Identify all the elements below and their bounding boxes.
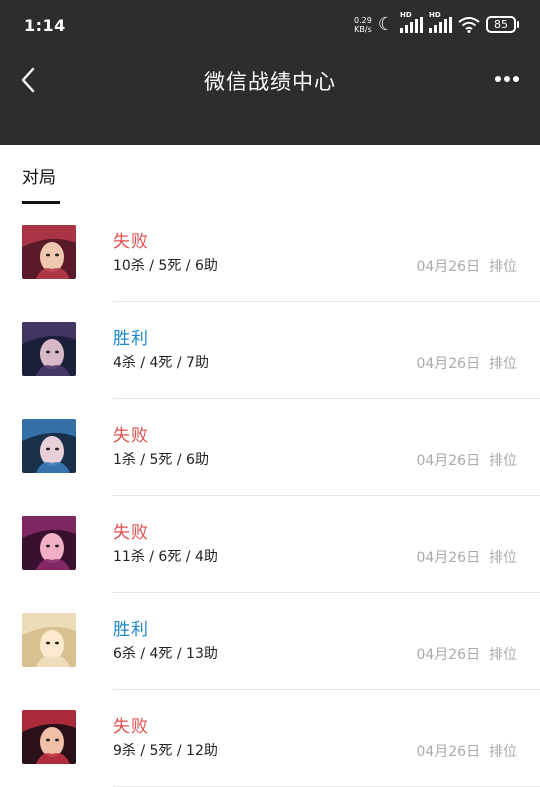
signal-icon: HD — [400, 11, 423, 33]
match-row[interactable]: 失败 11杀 / 6死 / 4助 04月26日 排位 — [0, 496, 540, 593]
match-mode: 排位 — [489, 744, 517, 760]
match-kda: 9杀 / 5死 / 12助 — [113, 743, 218, 759]
match-list: 失败 10杀 / 5死 / 6助 04月26日 排位 胜利 4杀 / 4死 / … — [0, 205, 540, 787]
match-result: 胜利 — [113, 620, 149, 640]
match-result: 胜利 — [113, 329, 149, 349]
signal-hd-label: HD — [429, 10, 441, 19]
match-result: 失败 — [113, 426, 149, 446]
net-speed-unit: KB/s — [354, 24, 372, 34]
match-kda: 10杀 / 5死 / 6助 — [113, 258, 218, 274]
moon-icon: ☾ — [377, 14, 394, 35]
champion-avatar — [22, 225, 76, 279]
match-result: 失败 — [113, 232, 149, 252]
match-date: 04月26日 — [416, 453, 481, 469]
wifi-icon — [458, 16, 480, 33]
net-speed: 0.29 KB/s — [354, 16, 372, 34]
match-kda: 1杀 / 5死 / 6助 — [113, 452, 209, 468]
match-mode: 排位 — [489, 550, 517, 566]
nav-bar: 微信战绩中心 — [0, 52, 540, 108]
match-date: 04月26日 — [416, 550, 481, 566]
page-title: 微信战绩中心 — [204, 70, 336, 94]
match-meta: 04月26日 排位 — [416, 741, 517, 761]
match-mode: 排位 — [489, 453, 517, 469]
match-meta: 04月26日 排位 — [416, 450, 517, 470]
status-icons: 0.29 KB/s ☾ HD HD 85 — [354, 11, 519, 35]
match-kda: 6杀 / 4死 / 13助 — [113, 646, 218, 662]
match-row[interactable]: 胜利 6杀 / 4死 / 13助 04月26日 排位 — [0, 593, 540, 690]
match-date: 04月26日 — [416, 356, 481, 372]
match-result: 失败 — [113, 717, 149, 737]
battery-icon: 85 — [486, 16, 519, 33]
match-mode: 排位 — [489, 259, 517, 275]
match-meta: 04月26日 排位 — [416, 353, 517, 373]
champion-avatar — [22, 322, 76, 376]
tab-matches[interactable]: 对局 — [22, 163, 56, 188]
match-result: 失败 — [113, 523, 149, 543]
match-row[interactable]: 胜利 4杀 / 4死 / 7助 04月26日 排位 — [0, 302, 540, 399]
match-date: 04月26日 — [416, 259, 481, 275]
champion-avatar — [22, 516, 76, 570]
champion-avatar — [22, 419, 76, 473]
match-row[interactable]: 失败 10杀 / 5死 / 6助 04月26日 排位 — [0, 205, 540, 302]
champion-avatar — [22, 613, 76, 667]
match-mode: 排位 — [489, 647, 517, 663]
top-bar: 1:14 0.29 KB/s ☾ HD HD 85 微信战绩中心 — [0, 0, 540, 145]
net-speed-value: 0.29 — [354, 15, 372, 25]
match-kda: 11杀 / 6死 / 4助 — [113, 549, 218, 565]
match-row[interactable]: 失败 1杀 / 5死 / 6助 04月26日 排位 — [0, 399, 540, 496]
match-meta: 04月26日 排位 — [416, 256, 517, 276]
tab-active-indicator — [22, 201, 60, 204]
match-date: 04月26日 — [416, 744, 481, 760]
more-options-icon[interactable] — [494, 66, 520, 92]
match-row[interactable]: 失败 9杀 / 5死 / 12助 04月26日 排位 — [0, 690, 540, 787]
champion-avatar — [22, 710, 76, 764]
signal-hd-label: HD — [400, 10, 412, 19]
match-kda: 4杀 / 4死 / 7助 — [113, 355, 209, 371]
match-meta: 04月26日 排位 — [416, 547, 517, 567]
tab-bar: 对局 — [0, 145, 540, 205]
status-bar: 1:14 0.29 KB/s ☾ HD HD 85 — [0, 0, 540, 52]
match-mode: 排位 — [489, 356, 517, 372]
status-time: 1:14 — [24, 16, 66, 35]
signal-icon: HD — [429, 11, 452, 33]
match-date: 04月26日 — [416, 647, 481, 663]
match-meta: 04月26日 排位 — [416, 644, 517, 664]
